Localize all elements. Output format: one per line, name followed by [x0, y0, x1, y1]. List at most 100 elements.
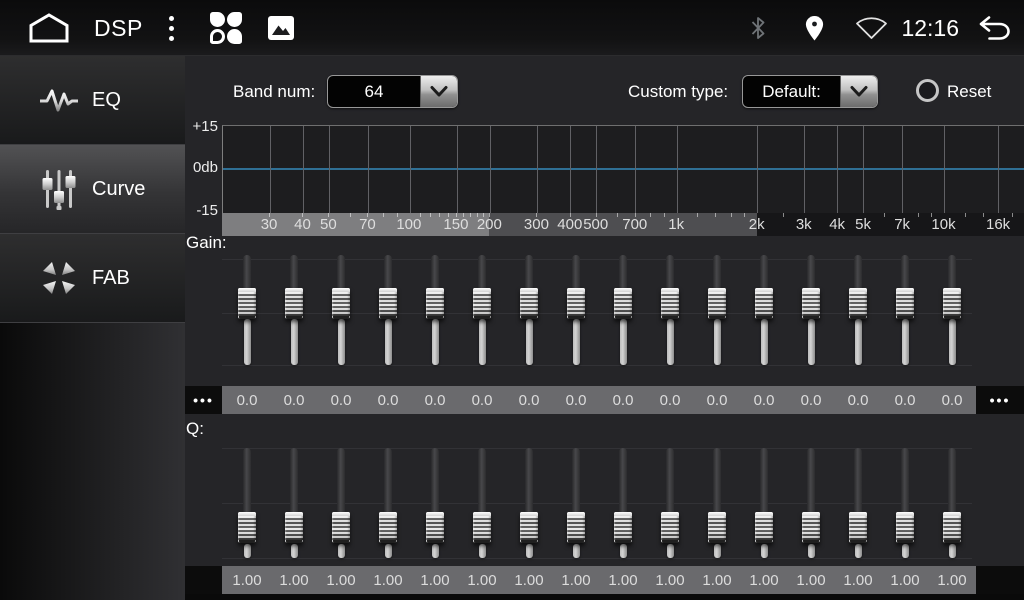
slider-handle[interactable]	[849, 512, 867, 543]
slider-handle[interactable]	[802, 512, 820, 543]
q-slider[interactable]	[519, 448, 539, 560]
frequency-axis[interactable]: 304050701001502003004005007001k2k3k4k5k7…	[222, 213, 1024, 236]
sidebar-item-curve[interactable]: Curve	[0, 145, 185, 234]
slider-handle[interactable]	[943, 512, 961, 543]
axis-minor-tick	[918, 213, 919, 217]
gain-slider[interactable]	[848, 255, 868, 371]
fab-arrows-icon	[38, 258, 80, 298]
gain-slider[interactable]	[472, 255, 492, 371]
gain-more-right-button[interactable]: •••	[976, 386, 1024, 414]
custom-type-select[interactable]: Default:	[742, 75, 878, 108]
q-values-bar: 1.001.001.001.001.001.001.001.001.001.00…	[222, 566, 976, 594]
slider-handle[interactable]	[332, 512, 350, 543]
chevron-down-icon[interactable]	[840, 76, 877, 107]
freq-label: 400	[557, 215, 582, 232]
gain-slider[interactable]	[895, 255, 915, 371]
kebab-menu-icon[interactable]	[165, 12, 178, 45]
slider-handle[interactable]	[896, 512, 914, 543]
slider-handle[interactable]	[802, 288, 820, 319]
q-slider[interactable]	[472, 448, 492, 560]
q-slider[interactable]	[754, 448, 774, 560]
slider-handle[interactable]	[520, 288, 538, 319]
q-value: 1.00	[928, 566, 976, 594]
q-slider[interactable]	[660, 448, 680, 560]
gain-slider[interactable]	[754, 255, 774, 371]
sidebar-item-eq[interactable]: EQ	[0, 56, 185, 145]
q-slider[interactable]	[848, 448, 868, 560]
slider-handle[interactable]	[755, 512, 773, 543]
slider-handle[interactable]	[520, 512, 538, 543]
q-slider[interactable]	[378, 448, 398, 560]
q-slider[interactable]	[331, 448, 351, 560]
slider-track-lower	[761, 544, 768, 558]
slider-handle[interactable]	[473, 512, 491, 543]
q-slider[interactable]	[895, 448, 915, 560]
slider-handle[interactable]	[614, 512, 632, 543]
q-slider[interactable]	[707, 448, 727, 560]
gallery-icon[interactable]	[268, 16, 294, 40]
gain-slider[interactable]	[425, 255, 445, 371]
slider-handle[interactable]	[238, 288, 256, 319]
slider-handle[interactable]	[661, 512, 679, 543]
q-slider[interactable]	[942, 448, 962, 560]
gain-slider[interactable]	[707, 255, 727, 371]
slider-track-lower	[855, 544, 862, 558]
gain-slider[interactable]	[566, 255, 586, 371]
gain-slider[interactable]	[801, 255, 821, 371]
back-arrow-icon[interactable]	[977, 15, 1012, 41]
freq-label: 40	[294, 215, 311, 232]
slider-handle[interactable]	[379, 512, 397, 543]
gain-slider[interactable]	[660, 255, 680, 371]
slider-handle[interactable]	[379, 288, 397, 319]
slider-handle[interactable]	[426, 288, 444, 319]
slider-handle[interactable]	[708, 288, 726, 319]
chevron-down-icon[interactable]	[420, 76, 457, 107]
q-slider[interactable]	[284, 448, 304, 560]
gain-slider[interactable]	[284, 255, 304, 371]
slider-handle[interactable]	[567, 512, 585, 543]
gain-slider[interactable]	[942, 255, 962, 371]
slider-track-upper	[384, 448, 392, 518]
q-slider[interactable]	[237, 448, 257, 560]
slider-handle[interactable]	[896, 288, 914, 319]
freq-gridline	[944, 126, 945, 213]
axis-minor-tick	[650, 213, 651, 217]
slider-handle[interactable]	[849, 288, 867, 319]
q-slider[interactable]	[613, 448, 633, 560]
reset-radio[interactable]	[916, 79, 939, 102]
slider-handle[interactable]	[755, 288, 773, 319]
freq-label: 50	[320, 215, 337, 232]
band-num-select[interactable]: 64	[327, 75, 458, 108]
q-slider[interactable]	[425, 448, 445, 560]
axis-minor-tick	[965, 213, 966, 217]
q-more-left-button[interactable]	[185, 566, 222, 594]
slider-handle[interactable]	[285, 288, 303, 319]
slider-handle[interactable]	[332, 288, 350, 319]
home-icon[interactable]	[26, 12, 72, 44]
gain-more-left-button[interactable]: •••	[185, 386, 222, 414]
q-slider[interactable]	[801, 448, 821, 560]
gain-slider[interactable]	[378, 255, 398, 371]
gain-slider[interactable]	[331, 255, 351, 371]
slider-handle[interactable]	[473, 288, 491, 319]
gain-slider[interactable]	[519, 255, 539, 371]
gain-slider[interactable]	[237, 255, 257, 371]
slider-handle[interactable]	[285, 512, 303, 543]
slider-handle[interactable]	[708, 512, 726, 543]
eq-curve-plot[interactable]	[222, 125, 1024, 213]
q-more-right-button[interactable]	[976, 566, 1024, 594]
q-slider[interactable]	[566, 448, 586, 560]
gain-slider[interactable]	[613, 255, 633, 371]
slider-handle[interactable]	[238, 512, 256, 543]
slider-handle[interactable]	[426, 512, 444, 543]
slider-track-lower	[526, 544, 533, 558]
slider-handle[interactable]	[567, 288, 585, 319]
sidebar-item-fab[interactable]: FAB	[0, 234, 185, 323]
slider-handle[interactable]	[943, 288, 961, 319]
slider-handle[interactable]	[661, 288, 679, 319]
q-value: 1.00	[740, 566, 788, 594]
slider-handle[interactable]	[614, 288, 632, 319]
location-icon	[804, 15, 825, 42]
apps-clover-icon[interactable]	[210, 12, 242, 44]
curve-sliders-icon	[38, 168, 80, 210]
